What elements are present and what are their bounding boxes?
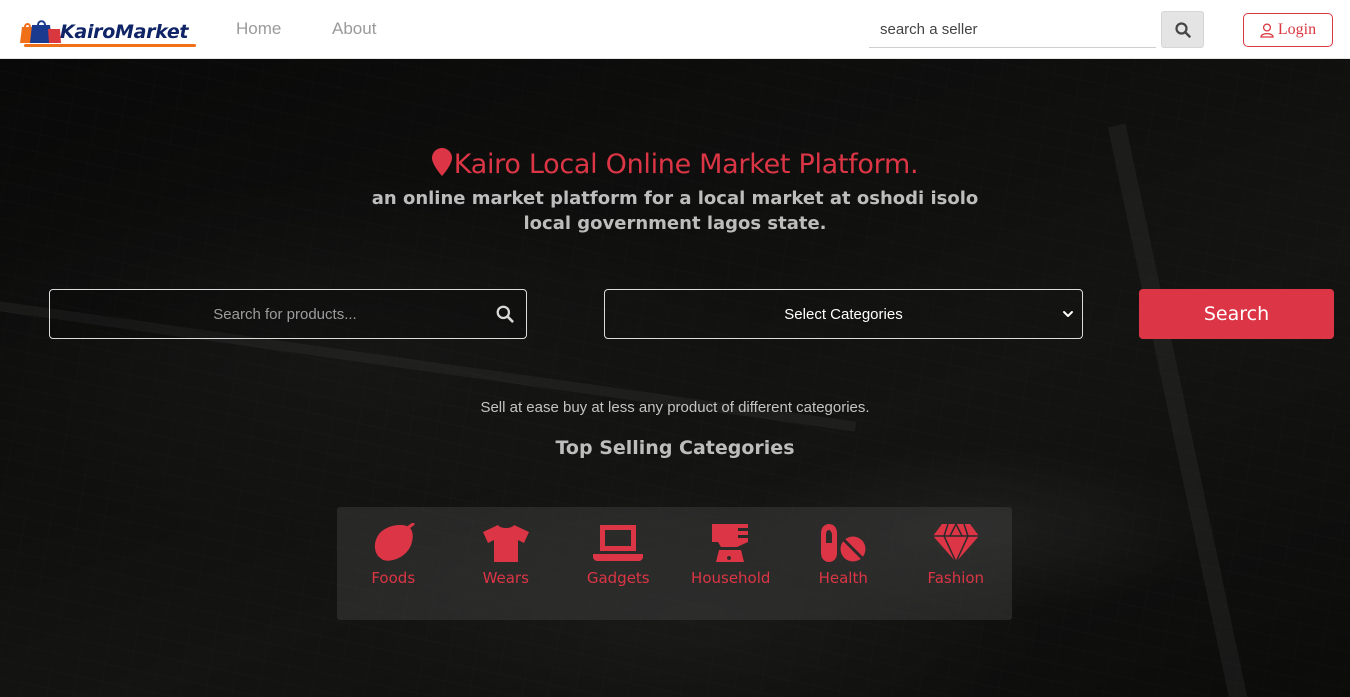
map-pin-icon xyxy=(431,148,452,176)
user-icon xyxy=(1260,22,1274,38)
hero-title-text: Kairo Local Online Market Platform. xyxy=(453,149,919,180)
search-icon[interactable] xyxy=(496,305,514,323)
category-label: Health xyxy=(818,569,868,587)
pills-icon xyxy=(821,524,866,562)
brand-logo[interactable]: KairoMarket xyxy=(18,14,198,48)
category-label: Fashion xyxy=(927,569,985,587)
seller-search-button[interactable] xyxy=(1161,11,1204,48)
brand-name: KairoMarket xyxy=(60,21,189,43)
category-fashion[interactable]: Fashion xyxy=(900,507,1013,620)
blender-icon xyxy=(711,524,748,562)
category-wears[interactable]: Wears xyxy=(450,507,563,620)
hero-title: Kairo Local Online Market Platform. xyxy=(0,148,1350,180)
search-icon xyxy=(1174,21,1191,38)
category-household[interactable]: Household xyxy=(675,507,788,620)
brand-underline xyxy=(24,44,196,47)
hero-section: Kairo Local Online Market Platform. an o… xyxy=(0,59,1350,697)
nav-link-about[interactable]: About xyxy=(332,19,376,39)
seller-search-input[interactable] xyxy=(869,12,1156,48)
nav-link-home[interactable]: Home xyxy=(236,19,281,39)
category-label: Household xyxy=(691,569,771,587)
category-list: Foods Wears Gadgets Household Health Fas… xyxy=(337,507,1012,620)
category-gadgets[interactable]: Gadgets xyxy=(562,507,675,620)
navbar: KairoMarket Home About Login xyxy=(0,0,1350,59)
login-label: Login xyxy=(1277,21,1317,38)
tagline: Sell at ease buy at less any product of … xyxy=(480,399,870,416)
laptop-icon xyxy=(593,525,644,561)
product-search-box xyxy=(49,289,527,339)
category-foods[interactable]: Foods xyxy=(337,507,450,620)
product-search-input[interactable] xyxy=(50,290,480,338)
category-select-value: Select Categories xyxy=(784,305,903,323)
login-button[interactable]: Login xyxy=(1243,13,1333,47)
gem-icon xyxy=(932,523,979,563)
category-label: Foods xyxy=(371,569,416,587)
hero-subtitle: an online market platform for a local ma… xyxy=(371,188,979,234)
top-categories-heading: Top Selling Categories xyxy=(555,437,795,459)
category-label: Gadgets xyxy=(586,569,650,587)
category-health[interactable]: Health xyxy=(787,507,900,620)
chevron-down-icon xyxy=(1063,311,1073,317)
category-select[interactable]: Select Categories xyxy=(604,289,1083,339)
lemon-icon xyxy=(375,523,415,561)
category-label: Wears xyxy=(482,569,529,587)
shopping-bag-icon xyxy=(20,20,61,43)
search-button[interactable]: Search xyxy=(1139,289,1334,339)
tshirt-icon xyxy=(482,525,529,562)
